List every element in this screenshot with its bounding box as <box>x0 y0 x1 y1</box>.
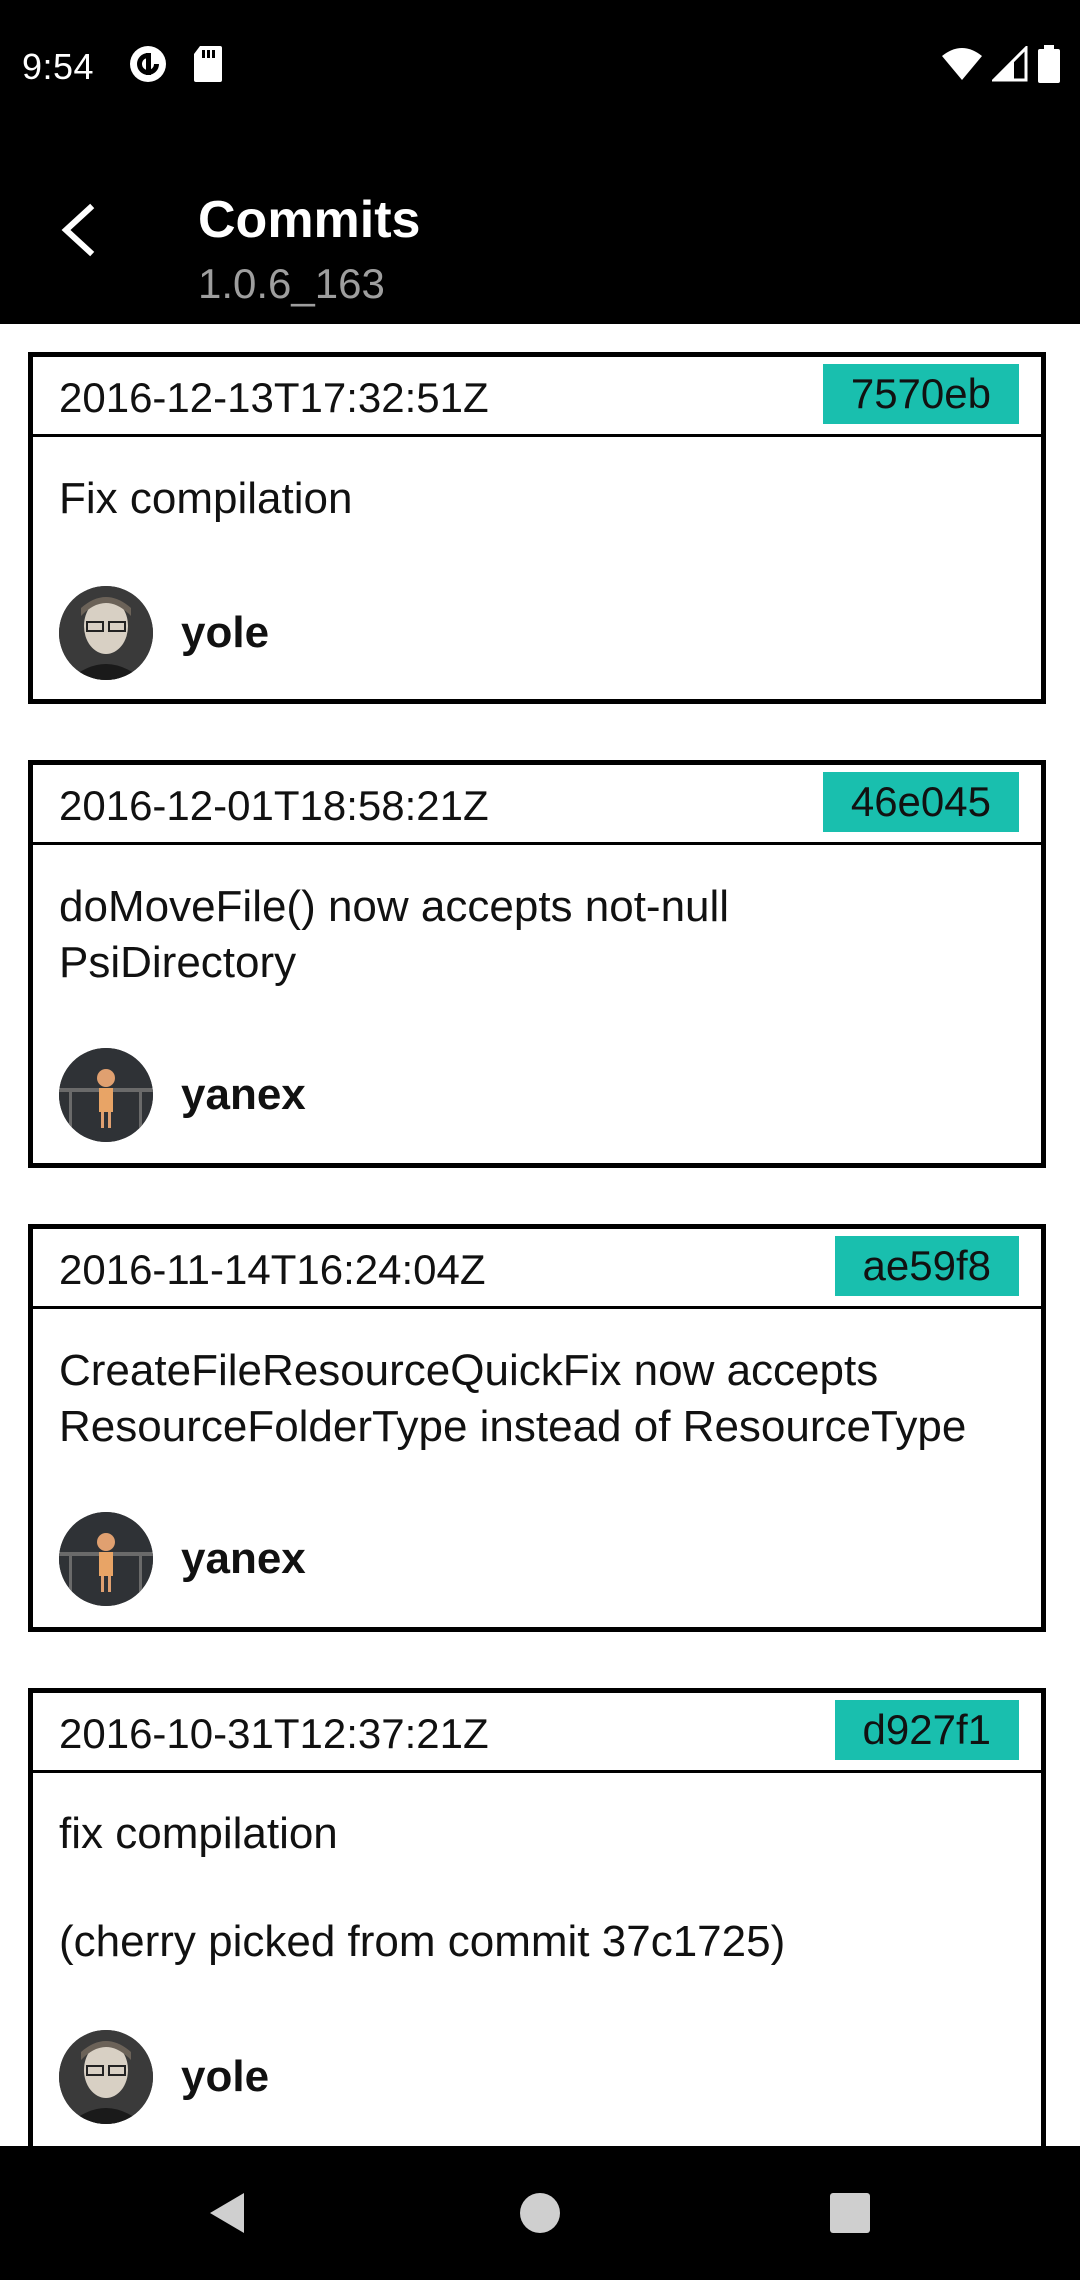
battery-icon <box>1038 44 1060 88</box>
commit-list[interactable]: 2016-12-13T17:32:51Z 7570eb Fix compilat… <box>0 324 1080 2146</box>
avatar <box>59 586 153 680</box>
author-name: yanex <box>181 1534 306 1583</box>
author-name: yanex <box>181 1070 306 1119</box>
page-title: Commits <box>198 191 421 249</box>
page-subtitle: 1.0.6_163 <box>198 260 385 307</box>
cell-signal-icon <box>990 43 1030 87</box>
status-time: 9:54 <box>22 46 95 87</box>
commit-date: 2016-12-01T18:58:21Z <box>59 782 489 829</box>
commit-message: doMoveFile() now accepts not-null PsiDir… <box>59 882 730 987</box>
commit-date: 2016-12-13T17:32:51Z <box>59 374 489 421</box>
commit-date: 2016-11-14T16:24:04Z <box>59 1246 486 1293</box>
author-row: yanex <box>59 1047 306 1143</box>
navigation-bar <box>0 2146 1080 2280</box>
commit-message: Fix compilation <box>59 474 353 523</box>
author-name: yole <box>181 608 270 657</box>
figure-at-railing-avatar <box>59 1512 153 1606</box>
nav-home-button[interactable] <box>480 2146 600 2280</box>
commit-card[interactable]: 2016-12-13T17:32:51Z 7570eb Fix compilat… <box>28 352 1046 704</box>
wifi-icon <box>940 46 984 87</box>
nav-back-button[interactable] <box>166 2146 286 2280</box>
commit-card[interactable]: 2016-12-01T18:58:21Z 46e045 doMoveFile()… <box>28 760 1046 1168</box>
sd-card-icon <box>192 44 224 89</box>
author-row: yole <box>59 585 269 681</box>
commit-date: 2016-10-31T12:37:21Z <box>59 1710 489 1757</box>
status-right-icons <box>940 43 1060 88</box>
commit-sha-badge: 7570eb <box>822 364 1019 424</box>
screen: 9:54 Commits 1.0.6_163 2016-12-13T17:32:… <box>0 0 1080 2280</box>
status-bar: 9:54 <box>0 0 1080 134</box>
commit-sha-badge: ae59f8 <box>834 1236 1019 1296</box>
avatar <box>59 1512 153 1606</box>
nav-recents-icon <box>830 2193 870 2233</box>
figure-at-railing-avatar <box>59 1048 153 1142</box>
avatar <box>59 2030 153 2124</box>
commit-message: fix compilation (cherry picked from comm… <box>59 1809 786 1966</box>
nav-recents-button[interactable] <box>790 2146 910 2280</box>
commit-card-header: 2016-12-01T18:58:21Z 46e045 <box>33 765 1041 845</box>
commit-card-header: 2016-10-31T12:37:21Z d927f1 <box>33 1693 1041 1773</box>
commit-card[interactable]: 2016-11-14T16:24:04Z ae59f8 CreateFileRe… <box>28 1224 1046 1632</box>
nav-back-icon <box>210 2193 244 2233</box>
commit-card-header: 2016-11-14T16:24:04Z ae59f8 <box>33 1229 1041 1309</box>
man-with-glasses-avatar <box>59 586 153 680</box>
commit-message: CreateFileResourceQuickFix now accepts R… <box>59 1346 967 1451</box>
commit-sha-badge: d927f1 <box>834 1700 1019 1760</box>
commit-card-header: 2016-12-13T17:32:51Z 7570eb <box>33 357 1041 437</box>
author-row: yanex <box>59 1511 306 1607</box>
avatar <box>59 1048 153 1142</box>
author-name: yole <box>181 2052 270 2101</box>
nav-home-icon <box>520 2193 560 2233</box>
commit-card[interactable]: 2016-10-31T12:37:21Z d927f1 fix compilat… <box>28 1688 1046 2146</box>
back-arrow-icon <box>61 203 95 257</box>
pocket-casts-icon <box>128 44 168 89</box>
commit-sha-badge: 46e045 <box>822 772 1019 832</box>
app-bar: Commits 1.0.6_163 <box>0 134 1080 324</box>
author-row: yole <box>59 2029 269 2125</box>
back-button[interactable] <box>42 194 114 266</box>
man-with-glasses-avatar <box>59 2030 153 2124</box>
